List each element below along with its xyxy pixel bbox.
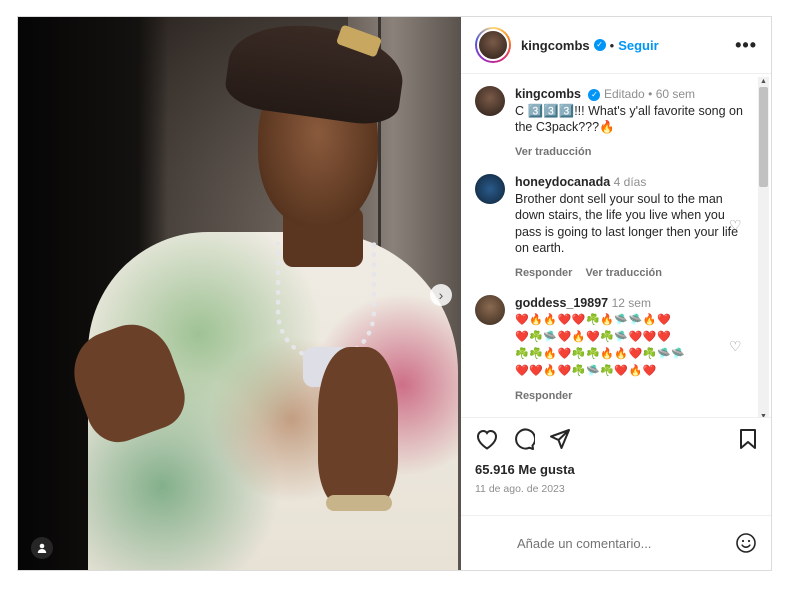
caption-age: 60 sem: [655, 87, 696, 101]
post-date: 11 de ago. de 2023: [475, 483, 565, 495]
translate-button[interactable]: Ver traducción: [586, 267, 662, 279]
post-container: › kingcombs ✓ • Seguir ••• ▲ ▼ kingcombs: [17, 16, 772, 571]
photo-bracelet: [326, 495, 392, 511]
caption-text: C 3️⃣3️⃣3️⃣!!! What's y'all favorite son…: [515, 103, 743, 135]
comment-input[interactable]: [517, 535, 735, 551]
smiley-icon[interactable]: [735, 532, 757, 554]
follow-button[interactable]: Seguir: [618, 38, 658, 53]
post-side-panel: kingcombs ✓ • Seguir ••• ▲ ▼ kingcombs ✓…: [461, 17, 771, 570]
photo-chain: [276, 242, 376, 362]
post-photo[interactable]: ›: [18, 17, 461, 570]
scroll-thumb[interactable]: [759, 87, 768, 187]
caption-avatar[interactable]: [475, 86, 505, 116]
comment-username[interactable]: honeydocanada: [515, 175, 610, 189]
comment-icon[interactable]: [513, 428, 535, 450]
caption-edited: Editado: [603, 87, 645, 101]
comment-emoji-line: ❤️☘️🛸❤️🔥❤️☘️🛸❤️❤️❤️: [515, 330, 672, 343]
scroll-up-icon[interactable]: ▲: [759, 77, 768, 86]
caption-item: kingcombs ✓ Editado • 60 sem C 3️⃣3️⃣3️⃣…: [475, 86, 757, 160]
add-comment-bar: [461, 515, 771, 570]
comment-like-icon[interactable]: ♡: [729, 339, 743, 353]
scroll-down-icon[interactable]: ▼: [759, 412, 768, 417]
caption-translate[interactable]: Ver traducción: [515, 144, 745, 161]
comment-username[interactable]: goddess_19897: [515, 296, 608, 310]
comment-emoji-line: ❤️❤️🔥❤️☘️🛸☘️❤️🔥❤️: [515, 364, 657, 377]
post-actions: 65.916 Me gusta 11 de ago. de 2023: [461, 417, 771, 515]
caption-separator: •: [648, 87, 656, 101]
comment-avatar[interactable]: [475, 174, 505, 204]
heart-icon[interactable]: [475, 428, 499, 450]
share-icon[interactable]: [549, 428, 571, 450]
author-avatar[interactable]: [475, 27, 511, 63]
user-tag-icon[interactable]: [31, 537, 53, 559]
comment-item: honeydocanada 4 días Brother dont sell y…: [475, 174, 757, 281]
comment-emoji-line: ❤️🔥🔥❤️❤️☘️🔥🛸🛸🔥❤️: [515, 313, 672, 326]
comment-age: 12 sem: [611, 296, 651, 310]
likes-count[interactable]: 65.916 Me gusta: [475, 462, 757, 477]
chevron-right-icon[interactable]: ›: [430, 284, 452, 306]
more-options-icon[interactable]: •••: [735, 35, 757, 56]
comment-item: goddess_19897 12 sem ❤️🔥🔥❤️❤️☘️🔥🛸🛸🔥❤️ ❤️…: [475, 295, 757, 404]
bookmark-icon[interactable]: [739, 428, 757, 450]
verified-badge-icon: ✓: [588, 88, 601, 101]
caption-username[interactable]: kingcombs: [515, 87, 581, 101]
header-separator: •: [609, 37, 615, 53]
comment-emoji-line: ☘️☘️🔥❤️☘️☘️🔥🔥❤️☘️🛸🛸: [515, 347, 686, 360]
comment-age: 4 días: [613, 175, 647, 189]
comment-like-icon[interactable]: ♡: [729, 218, 743, 232]
comments-list[interactable]: ▲ ▼ kingcombs ✓ Editado • 60 sem C 3️⃣3️…: [461, 74, 771, 417]
reply-button[interactable]: Responder: [515, 390, 572, 402]
comment-avatar[interactable]: [475, 295, 505, 325]
author-username[interactable]: kingcombs: [521, 38, 590, 53]
photo-right-hand: [318, 347, 398, 507]
reply-button[interactable]: Responder: [515, 267, 572, 279]
verified-badge-icon: ✓: [593, 39, 606, 51]
post-header: kingcombs ✓ • Seguir •••: [461, 17, 771, 74]
comment-text: Brother dont sell your soul to the man d…: [515, 191, 739, 256]
